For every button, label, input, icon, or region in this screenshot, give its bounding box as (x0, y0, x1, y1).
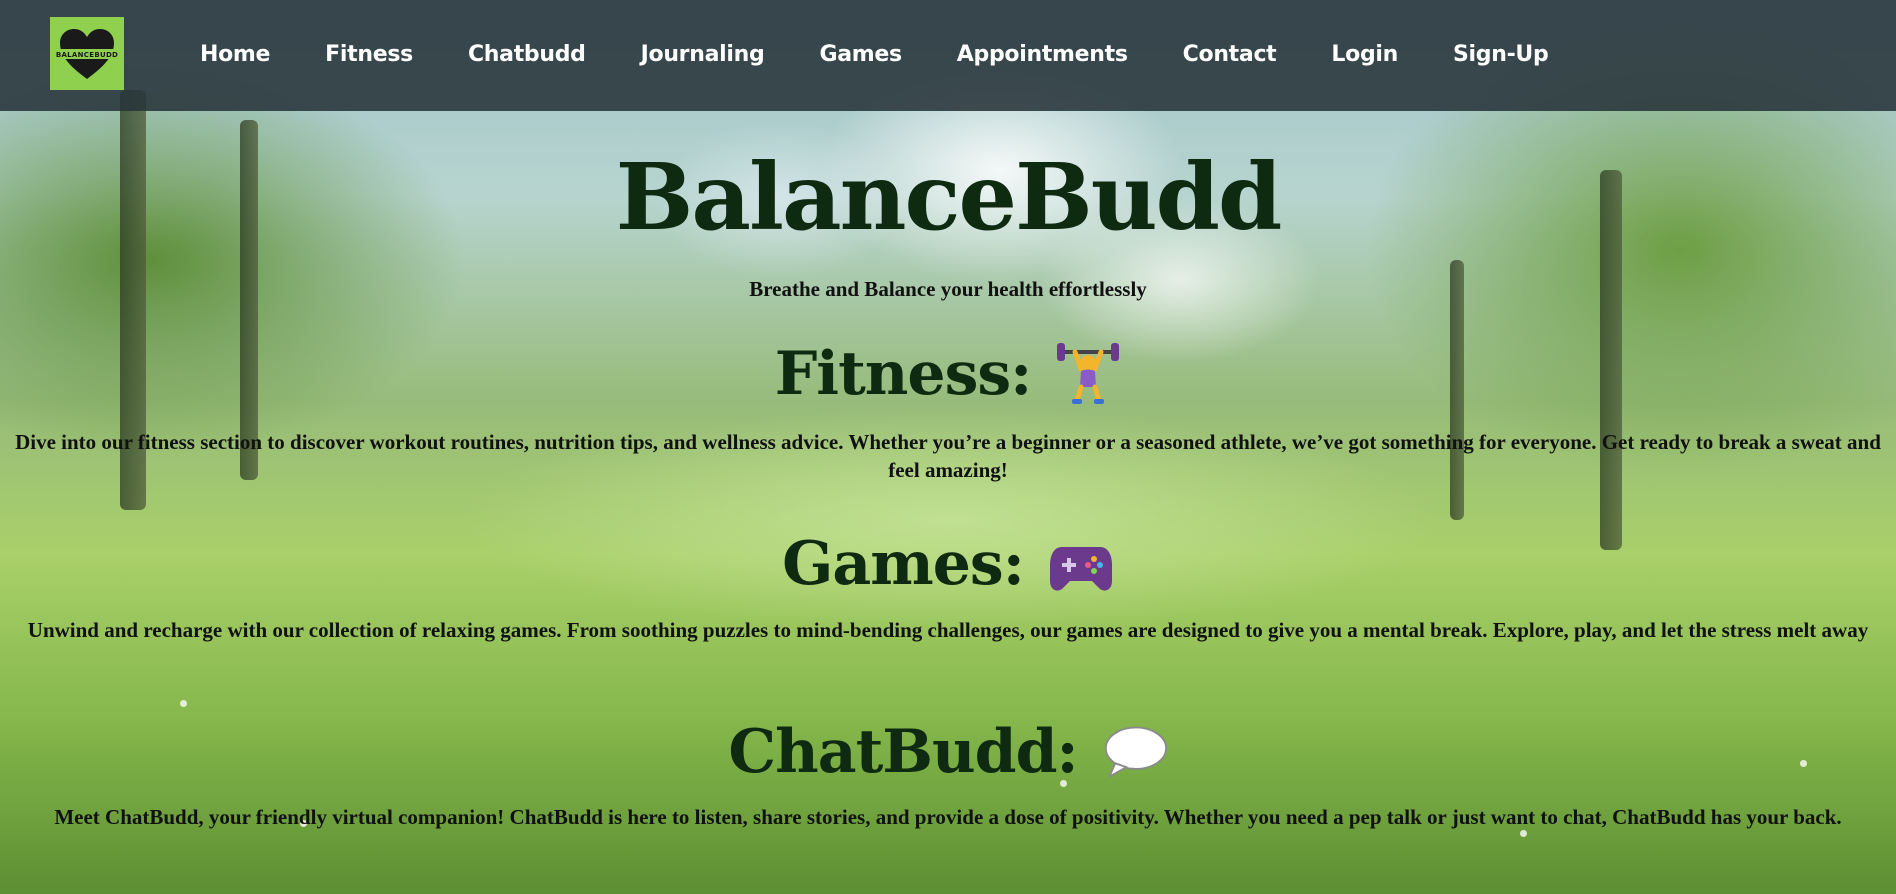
logo-text: BALANCEBUDD (54, 50, 120, 59)
weightlifter-icon (1055, 341, 1121, 407)
chatbudd-heading: ChatBudd: (0, 719, 1896, 785)
flower (1520, 830, 1527, 837)
speech-bubble-icon (1102, 719, 1168, 785)
navbar: BALANCEBUDD Home Fitness Chatbudd Journa… (0, 0, 1896, 111)
games-description: Unwind and recharge with our collection … (27, 618, 1869, 642)
game-controller-icon (1048, 531, 1114, 597)
logo[interactable]: BALANCEBUDD (50, 17, 124, 90)
nav-signup[interactable]: Sign-Up (1453, 42, 1549, 67)
fitness-heading: Fitness: (0, 341, 1896, 407)
nav-contact[interactable]: Contact (1183, 42, 1277, 67)
nav-home[interactable]: Home (200, 42, 270, 67)
flower (180, 700, 187, 707)
site-title: BalanceBudd (615, 143, 1283, 251)
nav-journaling[interactable]: Journaling (641, 42, 765, 67)
tagline: Breathe and Balance your health effortle… (749, 277, 1147, 301)
nav-login[interactable]: Login (1331, 42, 1398, 67)
nav-links: Home Fitness Chatbudd Journaling Games A… (200, 0, 1603, 108)
games-heading-text: Games: (782, 529, 1025, 599)
fitness-heading-text: Fitness: (774, 339, 1033, 409)
chatbudd-description: Meet ChatBudd, your friendly virtual com… (54, 805, 1842, 829)
nav-fitness[interactable]: Fitness (325, 42, 413, 67)
games-heading: Games: (0, 531, 1896, 597)
nav-appointments[interactable]: Appointments (957, 42, 1128, 67)
chatbudd-heading-text: ChatBudd: (728, 717, 1078, 787)
fitness-description: Dive into our fitness section to discove… (15, 430, 1881, 482)
nav-games[interactable]: Games (819, 42, 902, 67)
nav-chatbudd[interactable]: Chatbudd (468, 42, 586, 67)
